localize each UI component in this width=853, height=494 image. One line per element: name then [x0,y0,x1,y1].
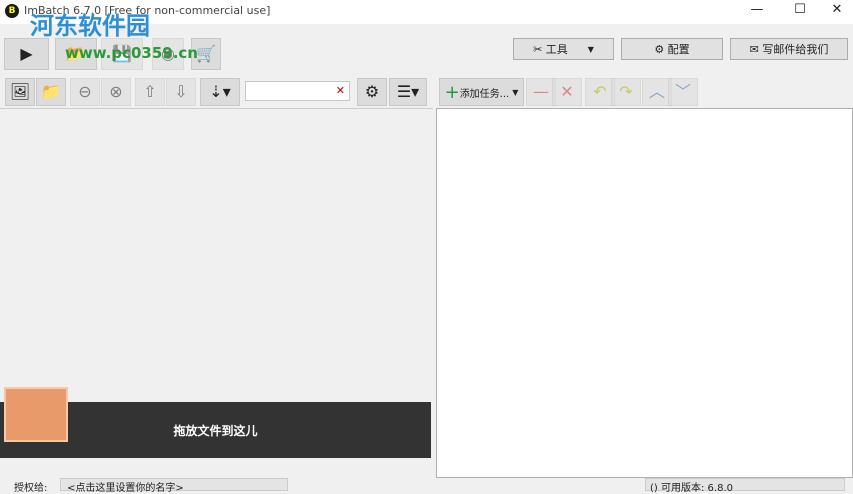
wrench-icon: ✂ [533,42,546,56]
delete-task-button[interactable]: ✕ [552,78,582,106]
tools-button[interactable]: ✂ 工具 ▼ [513,38,614,60]
undo-icon: ↶ [593,82,607,101]
x-icon: ✕ [560,82,574,101]
envelope-icon: ✉ [749,42,763,56]
license-label: 授权给: [14,483,48,494]
settings-button[interactable]: ⚙ 配置 [621,38,723,60]
watermark-url: www.pc0359.cn [65,44,198,62]
version-label: 可用版本: [660,483,705,494]
add-folder-icon: 📁 [41,82,61,101]
add-image-button[interactable]: 🖼 [5,78,35,106]
settings-label: 配置 [667,43,690,56]
version-info[interactable]: () 可用版本: 6.8.0 [645,478,845,494]
drop-zone-text: 拖放文件到这儿 [173,423,258,438]
task-list-pane[interactable] [436,108,853,478]
tools-label: 工具 [545,43,568,56]
list-icon: ☰▾ [396,82,420,101]
maximize-button[interactable]: ☐ [785,2,815,22]
add-task-label: 添加任务... [459,88,510,100]
image-placeholder-icon [4,387,68,442]
process-settings-button[interactable]: ⚙ [357,78,387,106]
clear-filter-icon[interactable]: ✕ [336,84,345,97]
arrow-down-icon: ⇩ [174,82,188,101]
app-icon: B [5,4,19,18]
email-label: 写邮件给我们 [762,43,829,56]
redo-icon: ↷ [619,82,633,101]
remove-image-button[interactable]: ⊖ [70,78,100,106]
redo-button[interactable]: ↷ [611,78,641,106]
cart-icon: 🛒 [196,44,216,63]
add-task-button[interactable]: + 添加任务... ▼ [439,78,524,106]
sort-icon: ⇣▾ [209,82,231,101]
sort-button[interactable]: ⇣▾ [200,78,240,106]
chevron-down-icon[interactable]: ▼ [512,88,518,97]
email-button[interactable]: ✉ 写邮件给我们 [730,38,848,60]
task-down-button[interactable]: ﹀ [668,78,698,106]
chevron-down-icon: ﹀ [674,82,691,101]
version-value: 6.8.0 [707,483,733,494]
minimize-button[interactable]: — [742,2,772,22]
close-button[interactable]: ✕ [822,2,852,22]
clear-images-icon: ⊗ [109,82,123,101]
move-up-image-button[interactable]: ⇧ [135,78,165,106]
chevron-up-icon: ︿ [648,82,665,101]
filter-input[interactable]: ✕ [245,81,350,101]
clear-images-button[interactable]: ⊗ [101,78,131,106]
add-folder-button[interactable]: 📁 [36,78,66,106]
chevron-down-icon: ▼ [587,44,594,54]
arrow-up-icon: ⇧ [143,82,157,101]
status-bar: 授权给: <点击这里设置你的名字> () 可用版本: 6.8.0 [0,478,853,494]
watermark-logo: 河东软件园 [30,12,150,40]
license-name-field[interactable]: <点击这里设置你的名字> [60,478,288,494]
new-project-button[interactable]: ▶ [4,38,49,70]
drop-zone[interactable]: 拖放文件到这儿 [0,387,431,458]
view-mode-button[interactable]: ☰▾ [389,78,427,106]
plus-icon: + [444,81,460,103]
minus-icon: — [533,82,549,101]
add-image-icon: 🖼 [9,82,31,101]
remove-image-icon: ⊖ [78,82,92,101]
gear-icon: ⚙ [654,42,668,56]
move-down-image-button[interactable]: ⇩ [166,78,196,106]
project-icon: ▶ [20,44,33,63]
gear-check-icon: ⚙ [364,82,380,101]
